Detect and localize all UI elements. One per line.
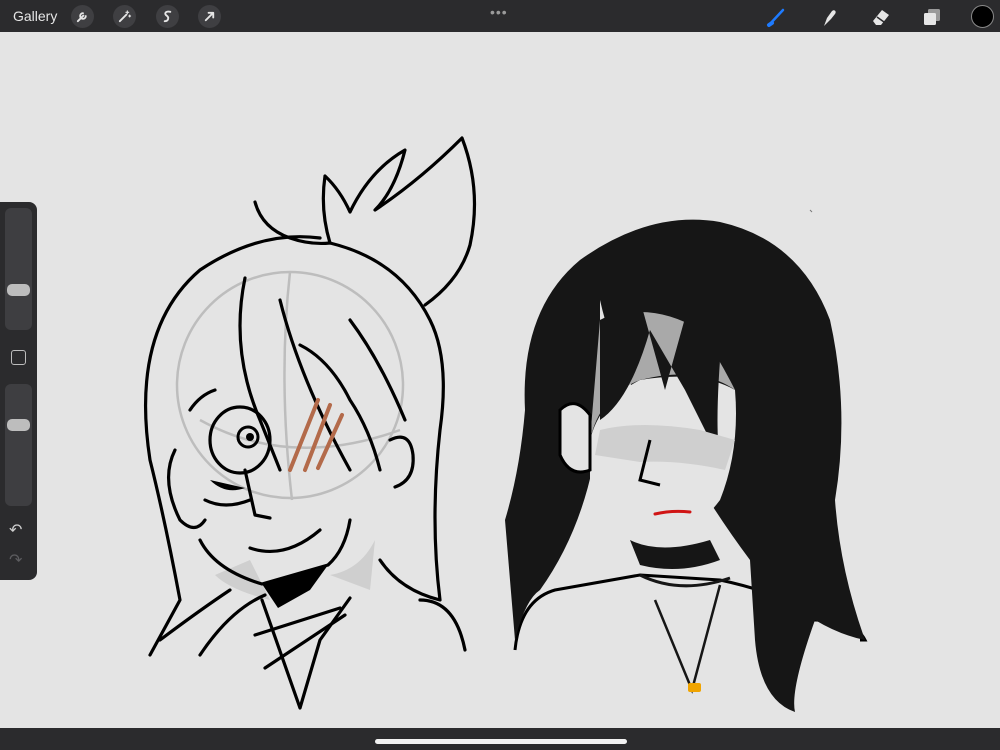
eraser-icon[interactable] xyxy=(869,5,893,29)
bottom-bar xyxy=(0,728,1000,750)
undo-icon[interactable]: ↶ xyxy=(9,520,22,540)
modify-button[interactable] xyxy=(11,350,26,365)
drawing-canvas[interactable] xyxy=(0,32,1000,728)
blonde-character-sketch xyxy=(144,136,477,710)
opacity-slider[interactable] xyxy=(5,384,32,506)
magic-wand-icon[interactable] xyxy=(113,5,136,28)
left-sidebar: ↶ ↷ xyxy=(0,202,37,580)
opacity-thumb[interactable] xyxy=(7,419,30,431)
smudge-icon[interactable] xyxy=(817,5,841,29)
gallery-button[interactable]: Gallery xyxy=(13,8,57,24)
redo-icon[interactable]: ↷ xyxy=(9,550,22,570)
artwork xyxy=(144,136,868,712)
dark-haired-character-sketch xyxy=(505,209,868,712)
brush-size-thumb[interactable] xyxy=(7,284,30,296)
wrench-icon[interactable] xyxy=(71,5,94,28)
options-dots-icon[interactable]: ••• xyxy=(490,4,508,20)
layers-icon[interactable] xyxy=(920,5,944,29)
top-toolbar: Gallery ••• xyxy=(0,0,1000,32)
color-swatch[interactable] xyxy=(971,5,994,28)
selection-icon[interactable] xyxy=(156,5,179,28)
transform-arrow-icon[interactable] xyxy=(198,5,221,28)
brush-icon[interactable] xyxy=(765,5,789,29)
home-indicator[interactable] xyxy=(375,739,627,744)
brush-size-slider[interactable] xyxy=(5,208,32,330)
